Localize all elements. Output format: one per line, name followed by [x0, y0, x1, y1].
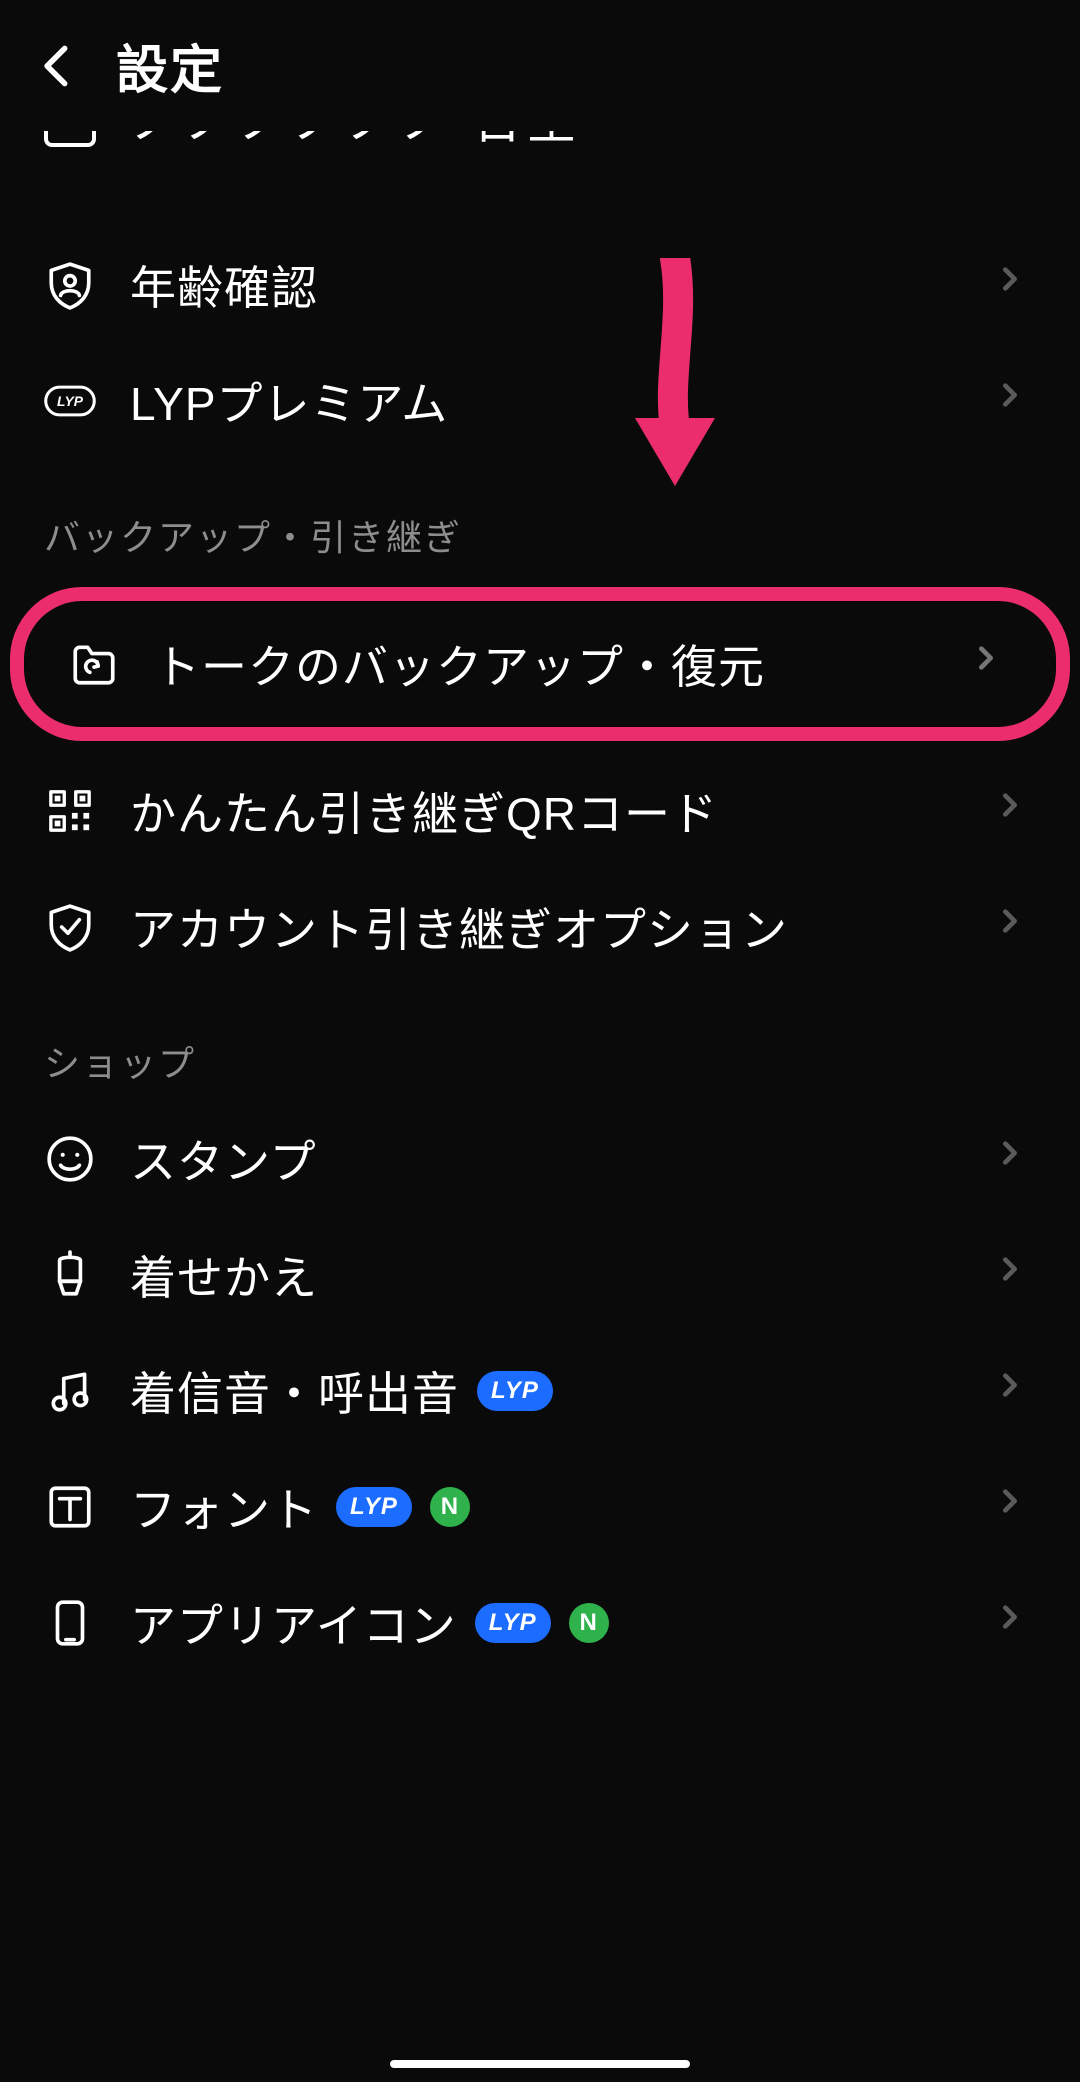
section-header-shop: ショップ	[0, 985, 1080, 1101]
settings-row-appicon[interactable]: アプリアイコン LYP N	[0, 1565, 1080, 1681]
home-indicator	[390, 2060, 690, 2068]
brush-icon	[44, 1249, 96, 1301]
chevron-right-icon	[996, 265, 1036, 305]
settings-row-label: ノノノノノノ 日生	[130, 131, 581, 147]
settings-row-backup[interactable]: トークのバックアップ・復元	[24, 609, 1056, 719]
highlight-annotation: トークのバックアップ・復元	[10, 587, 1070, 741]
settings-row-label: LYPプレミアム	[130, 368, 448, 434]
chevron-right-icon	[996, 381, 1036, 421]
font-icon	[44, 1481, 96, 1533]
back-button[interactable]	[28, 37, 86, 95]
lyp-badge-icon: LYP	[477, 1371, 553, 1411]
settings-row-migrate[interactable]: アカウント引き継ぎオプション	[0, 869, 1080, 985]
chevron-right-icon	[972, 644, 1012, 684]
lyp-outline-icon: LYP	[44, 375, 96, 427]
svg-text:LYP: LYP	[57, 393, 84, 409]
new-badge-icon: N	[569, 1603, 609, 1643]
settings-row-lyp-premium[interactable]: LYP LYPプレミアム	[0, 343, 1080, 459]
chevron-right-icon	[996, 1371, 1036, 1411]
settings-row-label: フォント	[130, 1474, 318, 1540]
settings-row-qr[interactable]: かんたん引き継ぎQRコード	[0, 753, 1080, 869]
settings-row-label: アプリアイコン	[130, 1590, 457, 1656]
lyp-badge-icon: LYP	[336, 1487, 412, 1527]
box-icon	[44, 131, 96, 147]
section-header-backup: バックアップ・引き継ぎ	[0, 459, 1080, 575]
chevron-right-icon	[996, 1603, 1036, 1643]
chevron-right-icon	[996, 1255, 1036, 1295]
shield-check-icon	[44, 901, 96, 953]
settings-row-label: アカウント引き継ぎオプション	[130, 894, 788, 960]
chevron-right-icon	[996, 1487, 1036, 1527]
page-title: 設定	[116, 28, 224, 103]
settings-row-label: 着せかえ	[130, 1242, 318, 1308]
header-bar: 設定	[0, 0, 1080, 131]
settings-row-label: 着信音・呼出音	[130, 1358, 459, 1424]
qr-icon	[44, 785, 96, 837]
chevron-right-icon	[996, 907, 1036, 947]
chevron-right-icon	[996, 791, 1036, 831]
settings-row-label: トークのバックアップ・復元	[154, 631, 765, 697]
folder-sync-icon	[68, 638, 120, 690]
chevron-right-icon	[996, 1139, 1036, 1179]
new-badge-icon: N	[430, 1487, 470, 1527]
smile-icon	[44, 1133, 96, 1185]
settings-row-theme[interactable]: 着せかえ	[0, 1217, 1080, 1333]
settings-row-label: かんたん引き継ぎQRコード	[130, 778, 718, 844]
music-icon	[44, 1365, 96, 1417]
lyp-badge-icon: LYP	[475, 1603, 551, 1643]
settings-row-label: 年齢確認	[130, 252, 318, 318]
settings-row-age[interactable]: 年齢確認	[0, 227, 1080, 343]
settings-row-font[interactable]: フォント LYP N	[0, 1449, 1080, 1565]
settings-row-stamp[interactable]: スタンプ	[0, 1101, 1080, 1217]
shield-user-icon	[44, 259, 96, 311]
chevron-left-icon	[35, 44, 79, 88]
settings-row-sound[interactable]: 着信音・呼出音 LYP	[0, 1333, 1080, 1449]
settings-row-label: スタンプ	[130, 1126, 317, 1192]
phone-icon	[44, 1597, 96, 1649]
settings-row-partial[interactable]: ノノノノノノ 日生	[0, 131, 1080, 201]
